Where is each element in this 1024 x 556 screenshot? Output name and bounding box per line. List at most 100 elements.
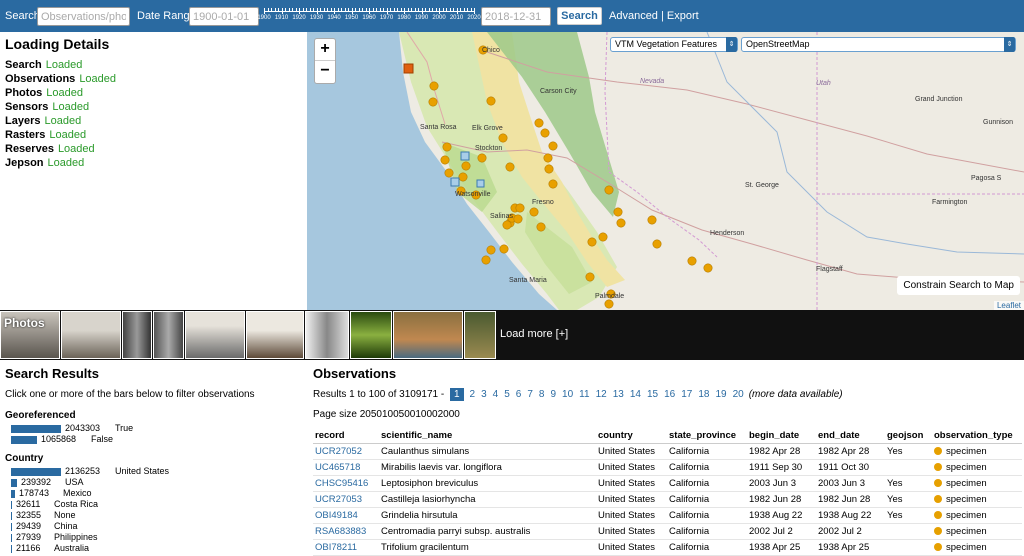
page-size-option[interactable]: 20 [360, 409, 371, 420]
page-link[interactable]: 3 [481, 389, 487, 400]
map-observation-marker[interactable] [587, 237, 597, 247]
filter-bar[interactable] [11, 468, 61, 476]
search-input[interactable] [37, 7, 130, 26]
record-link[interactable]: UCR27053 [315, 494, 362, 505]
record-link[interactable]: OBI78211 [315, 542, 357, 553]
map-observation-marker[interactable] [543, 153, 553, 163]
photo-thumbnail[interactable] [464, 311, 496, 359]
advanced-link[interactable]: Advanced [609, 10, 658, 22]
photo-thumbnail[interactable] [153, 311, 184, 359]
map-observation-marker[interactable] [613, 207, 623, 217]
page-link[interactable]: 15 [647, 389, 658, 400]
basemap-select[interactable]: OpenStreetMap ⇕ [741, 37, 1016, 52]
map-observation-marker[interactable] [548, 179, 558, 189]
column-header[interactable]: state_province [667, 429, 747, 444]
map-observation-marker[interactable] [502, 220, 512, 230]
map-observation-marker[interactable] [461, 161, 471, 171]
map-observation-marker[interactable] [616, 218, 626, 228]
page-link[interactable]: 12 [596, 389, 607, 400]
column-header[interactable]: country [596, 429, 667, 444]
page-link[interactable]: 9 [550, 389, 556, 400]
map-observation-marker[interactable] [544, 164, 554, 174]
photo-thumbnail[interactable] [350, 311, 392, 359]
map-observation-marker[interactable] [444, 168, 454, 178]
page-size-option[interactable]: 1000 [415, 409, 437, 420]
layer-select[interactable]: VTM Vegetation Features ⇕ [610, 37, 738, 52]
page-size-option[interactable]: 500 [399, 409, 416, 420]
record-link[interactable]: RSA683883 [315, 526, 366, 537]
map-observation-marker[interactable] [598, 232, 608, 242]
page-link[interactable]: 7 [527, 389, 533, 400]
map-observation-marker[interactable] [486, 245, 496, 255]
record-link[interactable]: OBI49184 [315, 510, 358, 521]
filter-bar[interactable] [11, 534, 12, 542]
filter-bar-row[interactable]: 32611 Costa Rica [5, 499, 305, 510]
page-link[interactable]: 20 [733, 389, 744, 400]
map-observation-marker[interactable] [499, 244, 509, 254]
column-header[interactable]: begin_date [747, 429, 816, 444]
date-end-input[interactable] [481, 7, 551, 26]
page-link[interactable]: 2 [470, 389, 476, 400]
filter-bar-row[interactable]: 29439 China [5, 521, 305, 532]
page-link[interactable]: 5 [504, 389, 510, 400]
filter-bar-row[interactable]: 27939 Philippines [5, 532, 305, 543]
date-range-slider[interactable]: 1900 1910 1920 1930 1940 1950 1960 1970 1980 1990… [257, 5, 481, 29]
page-size-option[interactable]: 50 [371, 409, 382, 420]
map-observation-marker[interactable] [652, 239, 662, 249]
column-header[interactable]: geojson [885, 429, 932, 444]
zoom-out-button[interactable]: − [315, 61, 335, 83]
page-link[interactable]: 19 [715, 389, 726, 400]
photo-thumbnail[interactable] [305, 311, 349, 359]
zoom-in-button[interactable]: + [315, 39, 335, 61]
filter-bar[interactable] [11, 490, 15, 498]
photo-thumbnail[interactable] [246, 311, 304, 359]
page-size-option[interactable]: 100 [382, 409, 399, 420]
photo-thumbnail[interactable] [61, 311, 121, 359]
load-more-photos-link[interactable]: Load more [+] [500, 328, 568, 340]
page-link[interactable]: 16 [664, 389, 675, 400]
map-observation-marker[interactable] [481, 255, 491, 265]
map-observation-marker[interactable] [477, 153, 487, 163]
filter-bar[interactable] [11, 479, 17, 487]
map-observation-marker[interactable] [529, 207, 539, 217]
page-link[interactable]: 11 [579, 389, 589, 400]
map-observation-marker[interactable] [604, 185, 614, 195]
filter-bar-row[interactable]: 178743 Mexico [5, 488, 305, 499]
filter-bar[interactable] [11, 425, 61, 433]
record-link[interactable]: UC465718 [315, 462, 360, 473]
page-link[interactable]: 6 [516, 389, 522, 400]
map-observation-marker[interactable] [440, 155, 450, 165]
map-observation-marker[interactable] [442, 142, 452, 152]
map-observation-marker[interactable] [458, 172, 468, 182]
map-observation-marker[interactable] [486, 96, 496, 106]
search-button[interactable]: Search [557, 7, 602, 25]
filter-bar-row[interactable]: 21166 Australia [5, 543, 305, 554]
leaflet-attribution[interactable]: Leaflet [993, 301, 1024, 310]
map-observation-marker[interactable] [647, 215, 657, 225]
map-observation-marker[interactable] [534, 118, 544, 128]
page-link[interactable]: 17 [681, 389, 692, 400]
constrain-search-button[interactable]: Constrain Search to Map [897, 276, 1020, 295]
filter-bar-row[interactable]: 239392 USA [5, 477, 305, 488]
column-header[interactable]: scientific_name [379, 429, 596, 444]
filter-bar[interactable] [11, 523, 12, 531]
map-observation-marker[interactable] [687, 256, 697, 266]
map-observation-marker[interactable] [585, 272, 595, 282]
page-link[interactable]: 10 [562, 389, 573, 400]
page-link[interactable]: 1 [449, 388, 464, 401]
map-observation-marker[interactable] [540, 128, 550, 138]
map-observation-marker[interactable] [428, 97, 438, 107]
map-observation-marker[interactable] [498, 133, 508, 143]
page-link[interactable]: 18 [698, 389, 709, 400]
record-link[interactable]: UCR27052 [315, 446, 362, 457]
page-size-option[interactable]: 2000 [438, 409, 460, 420]
page-link[interactable]: 14 [630, 389, 641, 400]
filter-bar-row[interactable]: 2043303 True [5, 423, 305, 434]
record-link[interactable]: CHSC95416 [315, 478, 368, 489]
date-start-input[interactable] [189, 7, 259, 26]
page-link[interactable]: 13 [613, 389, 624, 400]
map-view[interactable]: Nevada Utah Santa Rosa Elk Grove Carson City… [307, 32, 1024, 310]
filter-bar-row[interactable]: 2136253 United States [5, 466, 305, 477]
map-observation-marker[interactable] [429, 81, 439, 91]
column-header[interactable]: observation_type [932, 429, 1022, 444]
